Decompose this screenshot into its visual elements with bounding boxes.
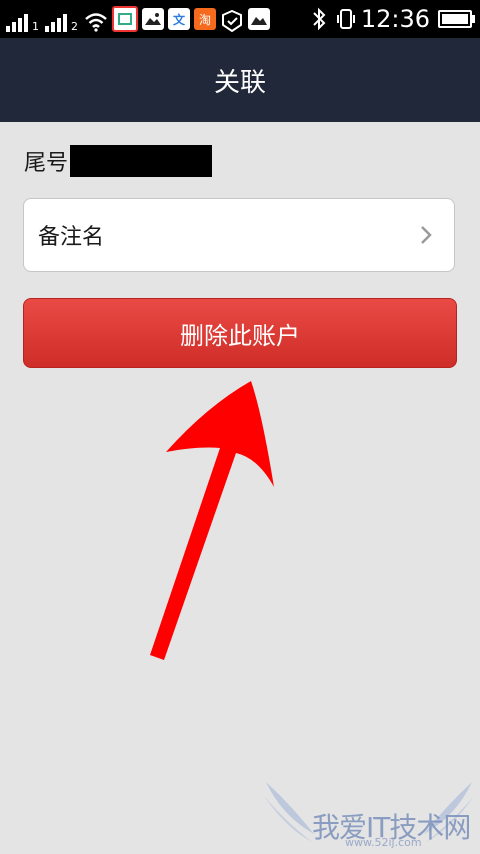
annotation-arrow <box>150 381 274 660</box>
watermark-url: www.52ij.com <box>345 836 422 849</box>
